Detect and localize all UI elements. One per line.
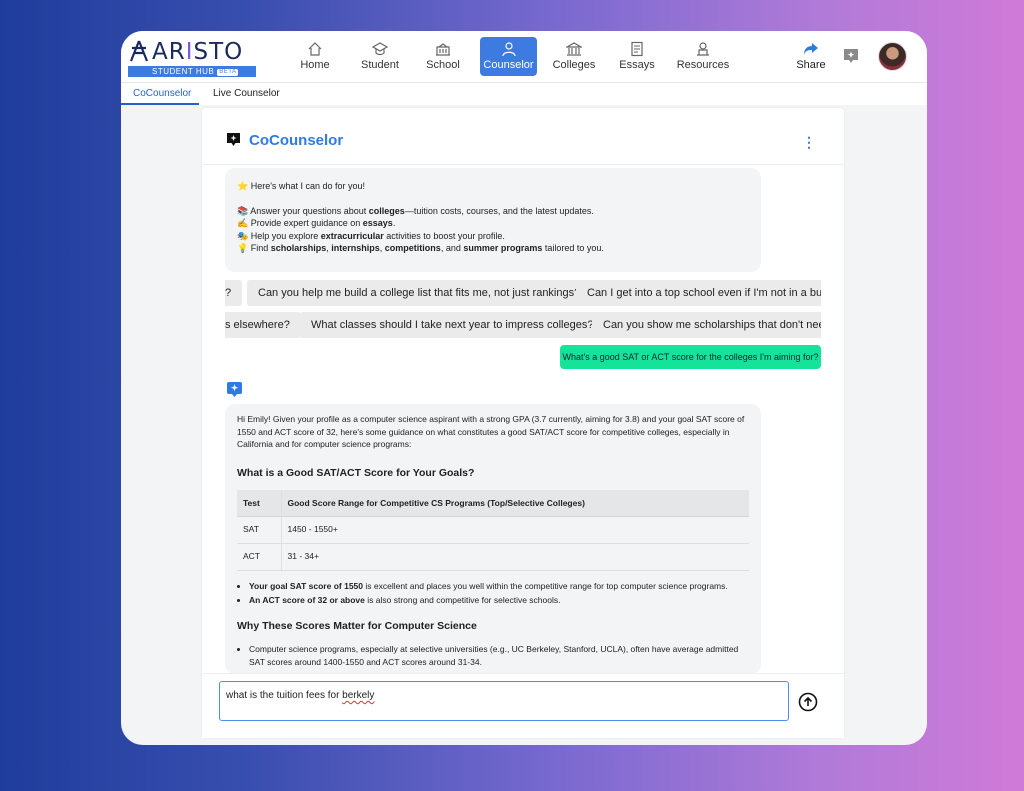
- intro-bullet-opportunities: 💡 Find scholarships, internships, compet…: [237, 243, 604, 253]
- reply-bullets-2: Computer science programs, especially at…: [249, 643, 749, 668]
- table-cell: ACT: [237, 543, 282, 571]
- school-building-icon: [436, 43, 450, 56]
- intro-bullet-essays: ✍️ Provide expert guidance on essays.: [237, 218, 396, 228]
- aristo-logo[interactable]: ARISTO STUDENT HUB BETA: [128, 39, 258, 79]
- chat-panel: CoCounselor ⋮ ⭐ Here's what I can do for…: [202, 108, 844, 738]
- user-message: What's a good SAT or ACT score for the c…: [560, 345, 821, 369]
- suggestion-chip[interactable]: Can I get into a top school even if I'm …: [576, 280, 821, 306]
- nav-resources[interactable]: Resources: [675, 37, 731, 76]
- nav-colleges[interactable]: Colleges: [550, 37, 598, 76]
- resources-icon: [697, 42, 709, 56]
- list-item: Your goal SAT score of 1550 is excellent…: [249, 580, 749, 593]
- home-icon: [308, 42, 322, 56]
- table-cell: 31 - 34+: [281, 543, 749, 571]
- active-tab-indicator: [121, 103, 199, 105]
- table-cell: 1450 - 1550+: [281, 516, 749, 544]
- graduation-cap-icon: [372, 42, 388, 56]
- score-table: Test Good Score Range for Competitive CS…: [237, 490, 749, 571]
- composer: what is the tuition fees for berkely: [202, 673, 844, 738]
- assistant-reply: Hi Emily! Given your profile as a comput…: [225, 404, 761, 674]
- beta-badge: BETA: [217, 69, 239, 76]
- person-icon: [501, 42, 516, 57]
- app-window: ARISTO STUDENT HUB BETA Home Student Scho…: [121, 31, 927, 745]
- assistant-avatar-icon: [227, 382, 242, 397]
- user-avatar[interactable]: [878, 42, 907, 71]
- misspelled-word: berkely: [342, 690, 375, 701]
- suggestion-chip[interactable]: Can you help me build a college list tha…: [247, 280, 592, 306]
- table-cell: SAT: [237, 516, 282, 544]
- column-header: Good Score Range for Competitive CS Prog…: [281, 490, 749, 517]
- more-options-icon[interactable]: ⋮: [802, 135, 816, 151]
- nav-home[interactable]: Home: [295, 37, 335, 76]
- cocounselor-shortcut-icon[interactable]: [842, 47, 860, 65]
- intro-heading: ⭐ Here's what I can do for you!: [237, 181, 365, 191]
- column-header: Test: [237, 490, 282, 517]
- nav-school[interactable]: School: [424, 37, 462, 76]
- university-icon: [566, 42, 582, 56]
- suggestion-chips-row-1: ? Can you help me build a college list t…: [225, 280, 821, 306]
- student-hub-banner: STUDENT HUB BETA: [128, 66, 256, 77]
- top-navigation-bar: ARISTO STUDENT HUB BETA Home Student Scho…: [121, 31, 927, 83]
- nav-counselor[interactable]: Counselor: [480, 37, 537, 76]
- aristo-logo-mark-icon: [129, 40, 149, 62]
- reply-bullets: Your goal SAT score of 1550 is excellent…: [249, 580, 749, 607]
- subtab-bar: CoCounselor Live Counselor: [121, 83, 927, 105]
- suggestion-chip[interactable]: ?: [225, 280, 243, 306]
- share-arrow-icon: [804, 43, 818, 55]
- share-button[interactable]: Share: [794, 40, 828, 71]
- intro-bullet-colleges: 📚 Answer your questions about colleges—t…: [237, 205, 594, 216]
- nav-essays[interactable]: Essays: [617, 37, 657, 76]
- reply-intro: Hi Emily! Given your profile as a comput…: [237, 414, 745, 449]
- intro-bullet-extracurricular: 🎭 Help you explore extracurricular activ…: [237, 230, 505, 241]
- brand-name: ARISTO: [152, 39, 244, 65]
- reply-heading-1: What is a Good SAT/ACT Score for Your Go…: [237, 466, 475, 479]
- nav-student[interactable]: Student: [358, 37, 402, 76]
- table-row: ACT 31 - 34+: [237, 543, 749, 571]
- suggestion-chips-row-2: s elsewhere? What classes should I take …: [225, 312, 821, 338]
- document-icon: [631, 41, 643, 57]
- send-icon[interactable]: [797, 691, 819, 713]
- suggestion-chip[interactable]: Can you show me scholarships that don't …: [592, 312, 821, 338]
- chat-title: CoCounselor: [249, 132, 344, 149]
- reply-heading-2: Why These Scores Matter for Computer Sci…: [237, 619, 477, 632]
- table-header-row: Test Good Score Range for Competitive CS…: [237, 490, 749, 517]
- list-item: Computer science programs, especially at…: [249, 643, 749, 668]
- tab-live-counselor[interactable]: Live Counselor: [213, 88, 280, 99]
- message-input[interactable]: what is the tuition fees for berkely: [219, 681, 789, 721]
- cocounselor-icon: [227, 133, 240, 146]
- table-row: SAT 1450 - 1550+: [237, 516, 749, 544]
- chat-header: CoCounselor ⋮: [202, 108, 844, 165]
- tab-cocounselor[interactable]: CoCounselor: [133, 88, 191, 99]
- list-item: An ACT score of 32 or above is also stro…: [249, 594, 749, 607]
- intro-message: ⭐ Here's what I can do for you! 📚 Answer…: [225, 168, 761, 272]
- suggestion-chip[interactable]: s elsewhere?: [225, 312, 301, 338]
- suggestion-chip[interactable]: What classes should I take next year to …: [300, 312, 605, 338]
